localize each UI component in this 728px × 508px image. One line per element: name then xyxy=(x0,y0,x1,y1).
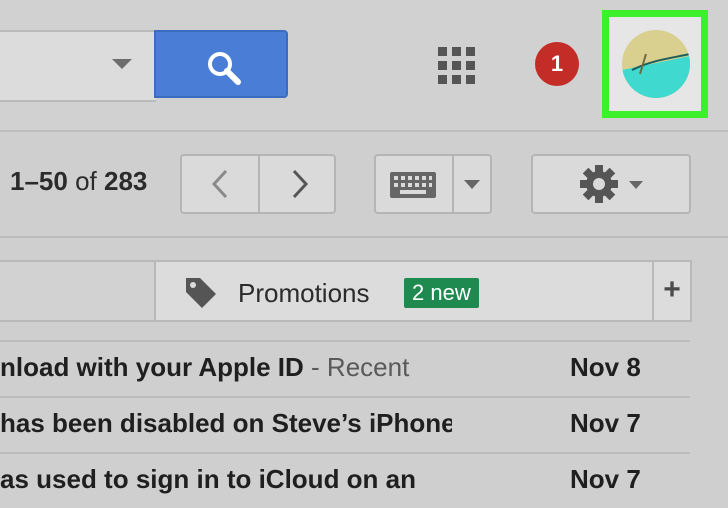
settings-button[interactable] xyxy=(531,154,691,214)
search-options-dropdown-icon[interactable] xyxy=(112,59,132,69)
tab-primary[interactable] xyxy=(0,260,156,322)
search-icon xyxy=(208,52,241,85)
email-subject-line: nload with your Apple ID - Recent xyxy=(0,352,452,383)
chevron-down-icon xyxy=(464,180,480,189)
new-count-badge: 2 new xyxy=(404,278,479,308)
tab-promotions[interactable]: Promotions 2 new xyxy=(154,260,654,322)
input-tools-dropdown[interactable] xyxy=(454,156,490,212)
add-tab-button[interactable]: + xyxy=(652,260,692,322)
category-tabs: Promotions 2 new + xyxy=(0,260,728,322)
chevron-right-icon xyxy=(292,169,309,199)
pagination-count: 1–50 of 283 xyxy=(10,166,147,197)
account-avatar-highlight[interactable] xyxy=(602,10,708,118)
tag-icon xyxy=(186,278,216,308)
tabs-divider xyxy=(0,236,728,238)
avatar xyxy=(622,30,690,98)
notification-badge[interactable]: 1 xyxy=(535,42,579,86)
newer-button[interactable] xyxy=(182,156,260,212)
pagination-range: 1–50 xyxy=(10,166,68,196)
chevron-down-icon xyxy=(629,181,643,189)
gear-icon xyxy=(580,165,618,203)
apps-grid-icon[interactable] xyxy=(438,47,476,85)
search-input[interactable] xyxy=(0,30,156,102)
pagination-total: 283 xyxy=(104,166,148,196)
table-row[interactable]: nload with your Apple ID - Recent Nov 8 xyxy=(0,340,728,396)
search-button[interactable] xyxy=(154,30,288,98)
pagination-nav xyxy=(180,154,336,214)
tab-promotions-label: Promotions xyxy=(238,278,370,308)
keyboard-icon xyxy=(390,172,436,198)
keyboard-button[interactable] xyxy=(376,156,452,212)
toolbar-divider xyxy=(0,130,728,132)
email-subject: as used to sign in to iCloud on an xyxy=(0,464,416,494)
email-date: Nov 7 xyxy=(570,464,641,494)
chevron-left-icon xyxy=(211,169,228,199)
email-snippet: - Recent xyxy=(303,352,410,382)
table-row[interactable]: as used to sign in to iCloud on an Nov 7 xyxy=(0,452,728,508)
email-subject-line: has been disabled on Steve’s iPhone xyxy=(0,408,452,439)
email-date: Nov 7 xyxy=(570,408,641,438)
email-subject: has been disabled on Steve’s iPhone xyxy=(0,408,452,438)
email-date: Nov 8 xyxy=(570,352,641,382)
email-subject-line: as used to sign in to iCloud on an xyxy=(0,464,452,495)
table-row[interactable]: has been disabled on Steve’s iPhone Nov … xyxy=(0,396,728,452)
pagination-of: of xyxy=(75,166,97,196)
older-button[interactable] xyxy=(260,156,334,212)
input-tools-button xyxy=(374,154,492,214)
email-subject: nload with your Apple ID xyxy=(0,352,304,382)
